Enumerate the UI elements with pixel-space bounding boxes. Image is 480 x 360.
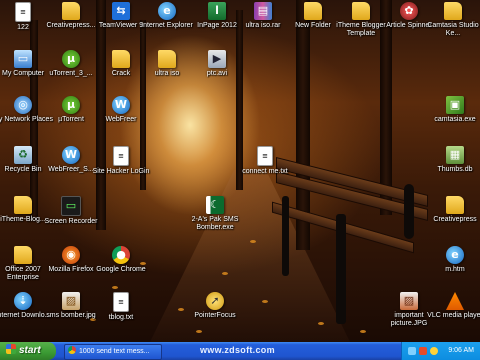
folder-icon: . xyxy=(112,50,130,68)
internet-explorer-icon: e xyxy=(158,2,176,20)
desktop-icon-creativepress[interactable]: . Creativepress xyxy=(424,196,480,244)
desktop-icon-label: PointerFocus xyxy=(194,312,236,319)
pointerfocus-icon: ➚ xyxy=(206,292,224,310)
desktop-icon-camtasia-exe[interactable]: ▣ camtasia.exe xyxy=(424,96,480,144)
video-file-icon: ▶ xyxy=(208,50,226,68)
rar-archive-icon: ▤ xyxy=(254,2,272,20)
text-file-icon: ≡ xyxy=(257,146,273,166)
wallpaper-path xyxy=(150,170,350,342)
desktop-icon-label: connect me.txt xyxy=(242,168,288,175)
webfreer-setup-icon: W xyxy=(62,146,80,164)
firefox-icon: ◉ xyxy=(62,246,80,264)
desktop-icon-label: Camtasia Studio Ke... xyxy=(427,22,479,37)
desktop[interactable]: ≡ 122 . Creativepress... ⇆ TeamViewer 9 … xyxy=(0,0,480,342)
screen-recorder-icon: ▭ xyxy=(61,196,81,216)
folder-icon: . xyxy=(158,50,176,68)
desktop-icon-m-htm[interactable]: e m.htm xyxy=(424,246,480,294)
network-tray-icon[interactable] xyxy=(408,347,416,355)
folder-icon: . xyxy=(14,196,32,214)
desktop-icon-webfreer[interactable]: W WebFreer xyxy=(90,96,152,144)
desktop-icon-label: WebFreer xyxy=(105,116,137,123)
text-file-icon: ≡ xyxy=(113,292,129,312)
desktop-icon-label: tblog.txt xyxy=(108,314,134,321)
html-file-icon: e xyxy=(446,246,464,264)
desktop-icon-label: Site Hacker LoGin xyxy=(92,168,150,175)
folder-icon: . xyxy=(62,2,80,20)
taskbar: start 1000 send text mess... www.zdsoft.… xyxy=(0,342,480,360)
fallen-leaf xyxy=(250,240,256,243)
folder-icon: . xyxy=(352,2,370,20)
utorrent-icon: µ xyxy=(62,50,80,68)
article-spinner-icon: ✿ xyxy=(400,2,418,20)
camtasia-exe-icon: ▣ xyxy=(446,96,464,114)
desktop-icon-label: Google Chrome xyxy=(96,266,146,273)
folder-icon: . xyxy=(446,196,464,214)
desktop-icon-screen-recorder[interactable]: ▭ Screen Recorder xyxy=(40,196,102,244)
start-label: start xyxy=(19,345,41,356)
desktop-icon-label: Thumbs.db xyxy=(437,166,473,173)
fallen-leaf xyxy=(360,330,366,333)
chrome-icon xyxy=(68,346,76,354)
taskbar-window-label: 1000 send text mess... xyxy=(79,348,150,355)
desktop-icon-label: VLC media player xyxy=(427,312,480,319)
desktop-icon-label: m.htm xyxy=(445,266,465,273)
utorrent-icon: µ xyxy=(62,96,80,114)
windows-logo-icon xyxy=(6,344,16,354)
folder-icon: . xyxy=(444,2,462,20)
taskbar-window-button[interactable]: 1000 send text mess... xyxy=(64,344,162,360)
my-computer-icon: ▭ xyxy=(14,50,32,68)
desktop-icon-tblog-txt[interactable]: ≡ tblog.txt xyxy=(90,292,152,340)
doc-icon: ≡ xyxy=(113,146,129,166)
folder-icon: . xyxy=(14,246,32,264)
recycle-bin-icon: ♻ xyxy=(14,146,32,164)
desktop-icon-label: 2-A's Pak SMS Bomber.exe xyxy=(191,216,239,231)
desktop-icon-ptc-avi[interactable]: ▶ ptc.avi xyxy=(186,50,248,98)
fallen-leaf xyxy=(262,300,268,303)
thumbs-db-icon: ▦ xyxy=(446,146,464,164)
start-button[interactable]: start xyxy=(0,342,56,360)
network-places-icon: ◎ xyxy=(14,96,32,114)
desktop-icon-pak-sms-bomber[interactable]: ☾ 2-A's Pak SMS Bomber.exe xyxy=(184,196,246,244)
system-tray: 9:06 AM xyxy=(401,342,480,360)
desktop-icon-label: ptc.avi xyxy=(206,70,228,77)
desktop-icon-pointerfocus[interactable]: ➚ PointerFocus xyxy=(184,292,246,340)
clock[interactable]: 9:06 AM xyxy=(448,342,474,360)
desktop-icon-label: Creativepress xyxy=(433,216,477,223)
webfreer-icon: W xyxy=(112,96,130,114)
teamviewer-icon: ⇆ xyxy=(112,2,130,20)
desktop-icon-label: Screen Recorder xyxy=(44,218,98,225)
fallen-leaf xyxy=(318,322,324,325)
desktop-icon-site-hacker-login[interactable]: ≡ Site Hacker LoGin xyxy=(90,146,152,194)
desktop-icon-google-chrome[interactable]: ● Google Chrome xyxy=(90,246,152,294)
folder-icon: . xyxy=(304,2,322,20)
internet-download-manager-icon: ⇣ xyxy=(14,292,32,310)
desktop-icon-camtasia-folder[interactable]: . Camtasia Studio Ke... xyxy=(422,2,480,50)
watermark-text: www.zdsoft.com xyxy=(200,345,275,355)
desktop-icon-label: camtasia.exe xyxy=(434,116,476,123)
desktop-icon-thumbs-db[interactable]: ▦ Thumbs.db xyxy=(424,146,480,194)
pakistan-flag-icon: ☾ xyxy=(206,196,224,214)
image-file-icon: ▨ xyxy=(62,292,80,310)
messenger-tray-icon[interactable] xyxy=(430,347,438,355)
security-tray-icon[interactable] xyxy=(419,347,427,355)
inpage-icon: ا xyxy=(208,2,226,20)
fallen-leaf xyxy=(222,272,228,275)
image-file-icon: ▨ xyxy=(400,292,418,310)
chrome-icon: ● xyxy=(112,246,130,264)
doc-icon: ≡ xyxy=(15,2,31,22)
desktop-icon-connect-me-txt[interactable]: ≡ connect me.txt xyxy=(234,146,296,194)
desktop-icon-vlc[interactable]: VLC media player xyxy=(424,292,480,340)
vlc-icon xyxy=(446,292,464,310)
